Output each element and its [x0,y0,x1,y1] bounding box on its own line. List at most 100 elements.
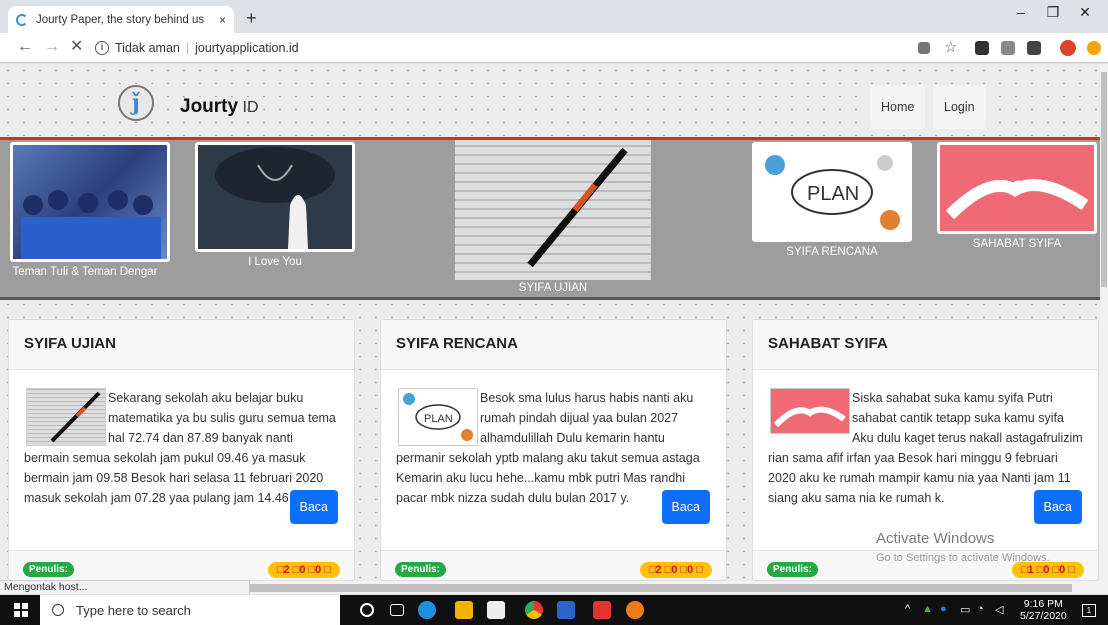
page-viewport: ǰ Jourty ID Home Login Teman Tuli & Tema… [0,64,1100,581]
task-view-icon[interactable] [390,604,404,616]
extension-icon[interactable] [1027,41,1041,55]
nav-home[interactable]: Home [870,85,926,129]
carousel-slide[interactable]: SYIFA UJIAN [455,140,651,294]
card-title[interactable]: SYIFA RENCANA [381,320,726,370]
nav-login[interactable]: Login [933,85,986,129]
loading-icon [16,13,28,26]
site-logo[interactable]: ǰ [118,85,154,121]
status-bar: Mengontak host... [0,580,250,594]
brand-main: Jourty [180,96,239,117]
extension-icon[interactable] [975,41,989,55]
taskbar-clock[interactable]: 9:16 PM 5/27/2020 [1020,598,1067,622]
group-photo-image [10,142,170,262]
activation-watermark-subtitle: Go to Settings to activate Windows. [876,552,1050,564]
read-button[interactable]: Baca [661,490,710,524]
card-thumbnail [26,388,106,446]
search-icon [52,604,64,616]
clock-date: 5/27/2020 [1020,610,1067,622]
info-icon[interactable]: i [95,41,109,55]
url-text: jourtyapplication.id [195,41,299,55]
slide-caption: SYIFA UJIAN [518,282,588,294]
svg-text:PLAN: PLAN [807,183,859,205]
new-tab-button[interactable]: + [246,9,257,27]
chrome-icon[interactable] [525,601,543,619]
carousel-slide[interactable]: SAHABAT SYIFA [937,142,1097,250]
bookmark-star-icon[interactable]: ☆ [944,39,957,57]
pen-icon [50,391,101,443]
windows-start-icon[interactable] [14,603,28,617]
wifi-icon[interactable]: ◔ [977,603,984,615]
clock-time: 9:16 PM [1023,598,1063,610]
update-icon[interactable] [1087,41,1101,55]
store-icon[interactable] [487,601,505,619]
vertical-scrollbar[interactable] [1100,64,1108,581]
stats-badge: □2 □0 □0 □ [639,562,712,578]
carousel-slide[interactable]: Teman Tuli & Teman Dengar [10,142,170,278]
tab-close-icon[interactable]: × [219,13,226,27]
love-sign-image [195,142,355,252]
taskbar-search[interactable]: Type here to search [40,595,340,625]
word-icon[interactable] [557,601,575,619]
carousel-slide[interactable]: PLAN SYIFA RENCANA [752,142,912,258]
stats-badge: □1 □0 □0 □ [1011,562,1084,578]
card-body: Sekarang sekolah aku belajar buku matema… [9,370,354,548]
card-body: PLAN Besok sma lulus harus habis nanti a… [381,370,726,548]
tray-app-icon[interactable]: ▲ [922,603,933,615]
hand-sign-icon [215,147,335,249]
story-card: SYIFA UJIAN Sekarang sekolah aku belajar… [8,319,355,581]
app-icon[interactable] [626,601,644,619]
pen-icon [527,147,628,268]
network-icon[interactable]: ▭ [960,603,970,616]
read-button[interactable]: Baca [289,490,338,524]
app-icon[interactable] [593,601,611,619]
svg-text:PLAN: PLAN [424,413,453,425]
volume-icon[interactable]: ◁ [995,603,1003,616]
tray-chevron-icon[interactable]: ^ [905,603,910,615]
browser-tabstrip: Jourty Paper, the story behind us × + – … [0,0,1108,33]
card-body: Siska sahabat suka kamu syifa Putri saha… [753,370,1098,548]
exam-image [455,140,651,280]
forward-button[interactable]: → [44,38,60,56]
horizontal-scrollbar[interactable] [250,581,1108,594]
stop-button[interactable]: ✕ [70,38,83,56]
profile-avatar[interactable] [1060,40,1076,56]
image-carousel: Teman Tuli & Teman Dengar I Love You SYI… [0,140,1100,300]
back-button[interactable]: ← [17,38,33,56]
story-card: SYIFA RENCANA PLAN Besok sma lulus harus… [380,319,727,581]
card-title[interactable]: SAHABAT SYIFA [753,320,1098,370]
author-badge[interactable]: Penulis: [767,562,818,577]
card-footer: Penulis: □2 □0 □0 □ [9,550,354,580]
edge-icon[interactable] [418,601,436,619]
brand-title[interactable]: Jourty ID [180,96,259,118]
card-thumbnail [770,388,850,434]
browser-tab[interactable]: Jourty Paper, the story behind us × [8,6,234,33]
slide-caption: SYIFA RENCANA [786,246,878,258]
close-window-button[interactable]: ✕ [1062,4,1108,21]
site-navbar: ǰ Jourty ID Home Login [0,64,1100,137]
stats-badge: □2 □0 □0 □ [267,562,340,578]
translate-icon[interactable] [918,42,930,54]
file-explorer-icon[interactable] [455,601,473,619]
read-button[interactable]: Baca [1033,490,1082,524]
scrollbar-thumb[interactable] [250,584,1072,592]
friends-image [937,142,1097,234]
bluetooth-icon[interactable]: ● [940,603,947,615]
address-bar[interactable]: i Tidak aman | jourtyapplication.id [95,37,925,59]
windows-taskbar: Type here to search ^ ▲ ● ▭ ◔ ◁ 9:16 PM … [0,595,1108,625]
slide-caption: SAHABAT SYIFA [972,238,1062,250]
tab-title: Jourty Paper, the story behind us [36,13,205,26]
author-badge[interactable]: Penulis: [23,562,74,577]
carousel-slide[interactable]: I Love You [195,142,355,268]
activation-watermark-title: Activate Windows [876,530,995,547]
card-title[interactable]: SYIFA UJIAN [9,320,354,370]
slide-caption: I Love You [248,256,302,268]
plan-diagram-icon: PLAN [765,155,900,230]
people-icon [21,190,161,259]
notification-icon[interactable]: 1 [1082,604,1096,617]
cortana-icon[interactable] [360,603,374,617]
security-label: Tidak aman [115,41,180,55]
author-badge[interactable]: Penulis: [395,562,446,577]
card-footer: Penulis: □2 □0 □0 □ [381,550,726,580]
scrollbar-thumb[interactable] [1101,72,1107,287]
settings-extension-icon[interactable] [1001,41,1015,55]
